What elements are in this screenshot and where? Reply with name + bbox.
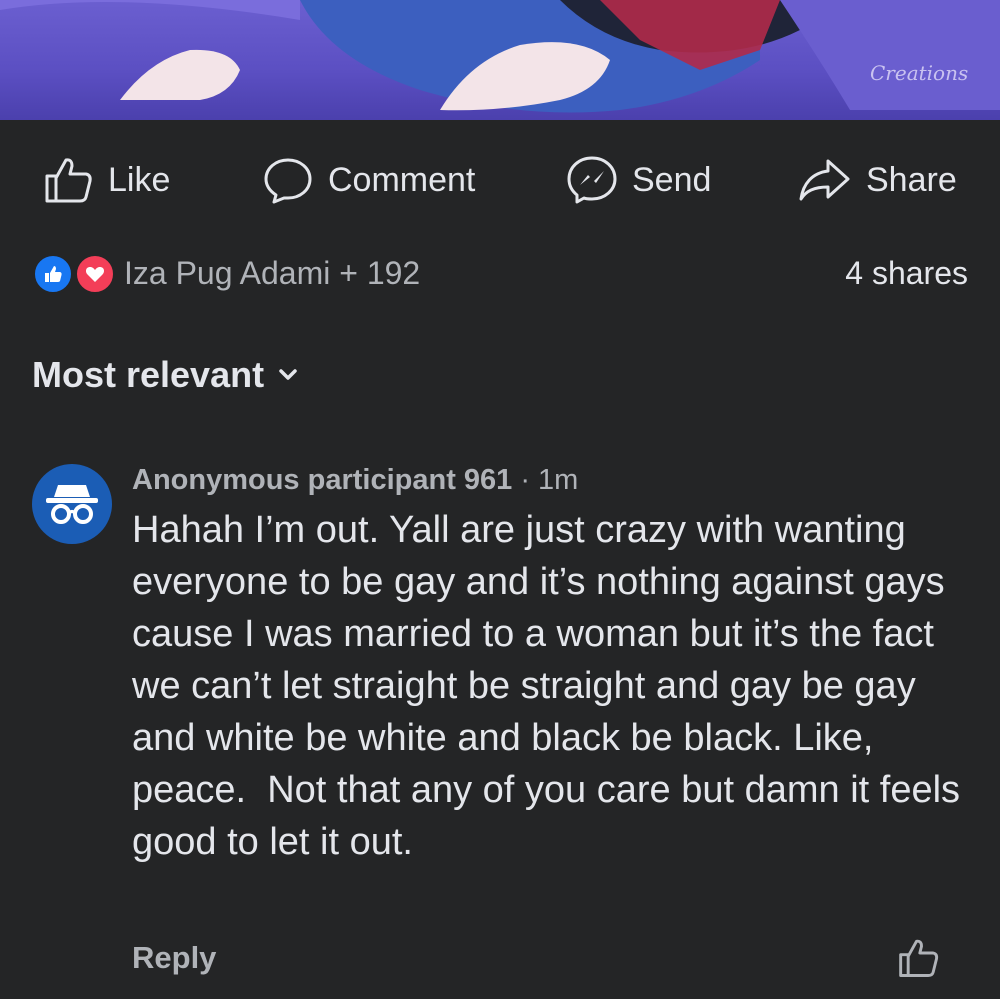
- send-button[interactable]: Send: [566, 148, 711, 212]
- share-button[interactable]: Share: [798, 148, 957, 212]
- comment-body: Anonymous participant 961 · 1m Hahah I’m…: [132, 458, 962, 868]
- meta-separator: ·: [520, 463, 530, 496]
- svg-text:Creations: Creations: [870, 61, 968, 85]
- comment-text: Hahah I’m out. Yall are just crazy with …: [132, 509, 971, 863]
- post-action-bar: Like Comment Send Share: [0, 148, 1000, 212]
- post-image[interactable]: Creations: [0, 0, 1000, 120]
- incognito-icon: [46, 485, 98, 524]
- reactions-summary[interactable]: Iza Pug Adami + 192 4 shares: [32, 248, 968, 298]
- like-reaction-icon: [32, 253, 74, 295]
- comment-sort-dropdown[interactable]: Most relevant: [32, 354, 298, 396]
- like-button[interactable]: Like: [44, 148, 170, 212]
- comment-author[interactable]: Anonymous participant 961: [132, 464, 512, 497]
- comment-meta: Anonymous participant 961 · 1m: [132, 458, 962, 502]
- like-label: Like: [108, 160, 171, 199]
- comment-time[interactable]: 1m: [538, 464, 578, 497]
- shares-count[interactable]: 4 shares: [845, 255, 968, 292]
- comment-button[interactable]: Comment: [262, 148, 475, 212]
- love-reaction-icon: [74, 253, 116, 295]
- reaction-icons: [32, 253, 116, 295]
- reply-button[interactable]: Reply: [132, 940, 216, 976]
- comment-like-button[interactable]: [898, 938, 940, 983]
- reaction-names[interactable]: Iza Pug Adami + 192: [124, 255, 420, 292]
- anonymous-avatar[interactable]: [32, 464, 112, 544]
- send-label: Send: [632, 160, 712, 199]
- comment-label: Comment: [328, 160, 476, 199]
- messenger-icon: [567, 156, 617, 204]
- sort-label: Most relevant: [32, 354, 265, 395]
- share-arrow-icon: [799, 159, 850, 201]
- thumbs-up-icon: [899, 939, 939, 977]
- post-image-illustration: Creations: [0, 0, 1000, 113]
- share-label: Share: [866, 160, 957, 199]
- chevron-down-icon: [279, 369, 297, 380]
- thumbs-up-icon: [45, 158, 92, 203]
- comment-bubble-icon: [264, 158, 312, 204]
